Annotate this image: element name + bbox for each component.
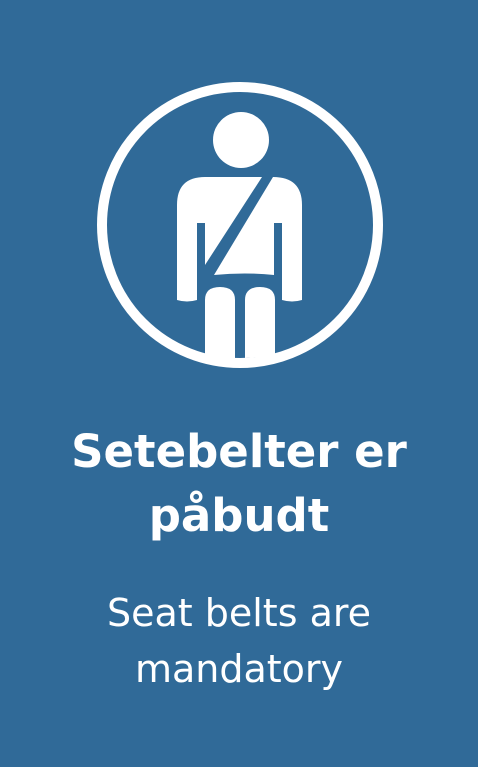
title-line: Setebelter er bbox=[71, 425, 407, 478]
subtitle-line: Seat belts are bbox=[106, 591, 372, 635]
title-line: påbudt bbox=[148, 489, 330, 542]
sign-subtitle: Seat belts are mandatory bbox=[0, 585, 478, 697]
subtitle-line: mandatory bbox=[134, 647, 344, 691]
person-right-leg bbox=[245, 287, 275, 358]
sign-title: Setebelter er påbudt bbox=[0, 420, 478, 548]
person-left-leg bbox=[205, 287, 235, 358]
person-head bbox=[213, 112, 269, 168]
